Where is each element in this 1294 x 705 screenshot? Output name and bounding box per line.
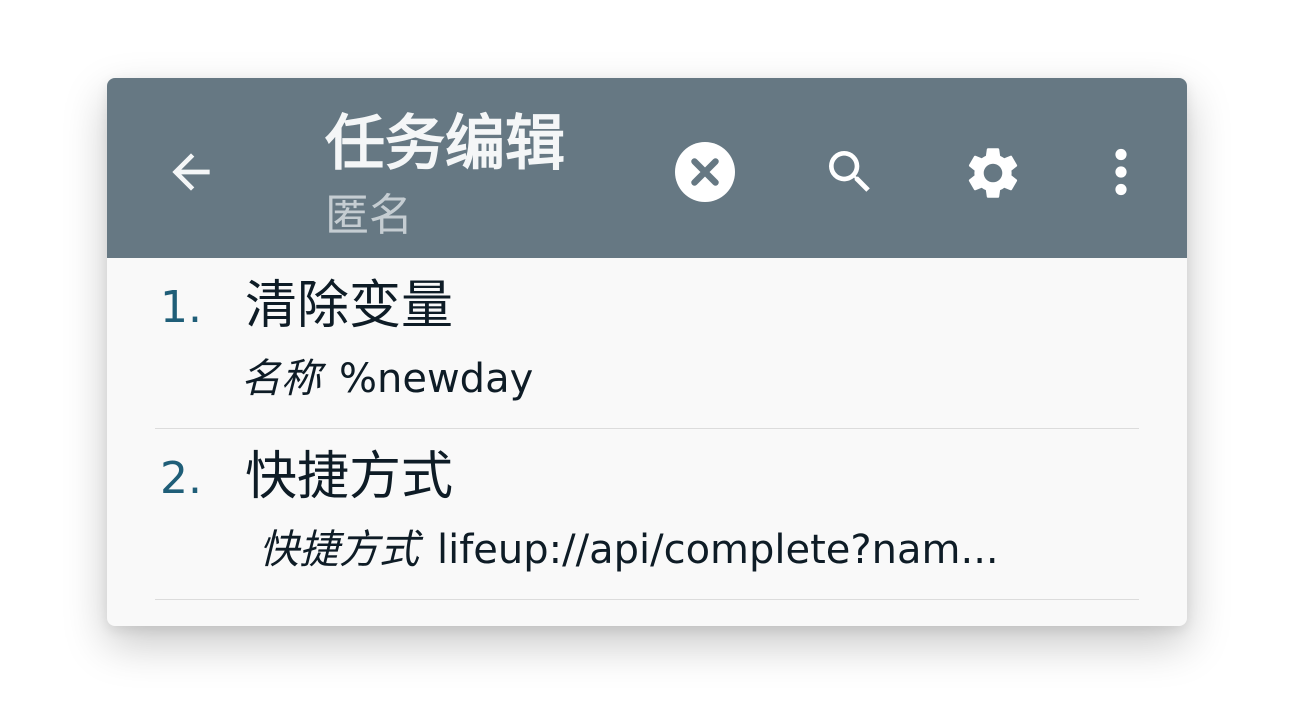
- clear-circle-icon[interactable]: [675, 142, 735, 202]
- action-number: 1.: [160, 282, 202, 333]
- arrow-back-icon[interactable]: [163, 144, 219, 200]
- action-param: 快捷方式 lifeup://api/complete?nam...: [259, 525, 999, 575]
- action-param-value: %newday: [339, 356, 534, 402]
- action-param-value: lifeup://api/complete?nam...: [437, 527, 999, 573]
- action-name: 快捷方式: [245, 447, 454, 507]
- divider: [155, 599, 1139, 600]
- gear-icon[interactable]: [962, 142, 1024, 204]
- app-toolbar: 任务编辑 匿名: [107, 78, 1187, 258]
- action-name: 清除变量: [245, 276, 454, 336]
- page-title: 任务编辑: [325, 109, 565, 179]
- action-param-label: 快捷方式: [259, 527, 419, 573]
- action-item[interactable]: 2. 快捷方式 快捷方式 lifeup://api/complete?nam...: [107, 429, 1187, 600]
- action-param: 名称 %newday: [241, 354, 533, 404]
- action-param-label: 名称: [241, 356, 321, 402]
- search-icon[interactable]: [822, 144, 878, 200]
- page-subtitle: 匿名: [325, 190, 413, 241]
- action-item[interactable]: 1. 清除变量 名称 %newday: [107, 258, 1187, 429]
- more-vert-icon[interactable]: [1103, 144, 1139, 200]
- action-list: 1. 清除变量 名称 %newday 2. 快捷方式 快捷方式 lifeup://a…: [107, 258, 1187, 600]
- task-edit-panel: 任务编辑 匿名 1. 清除变量 名称 %newday 2. 快捷方式 快捷方式 …: [107, 78, 1187, 626]
- action-number: 2.: [160, 453, 202, 504]
